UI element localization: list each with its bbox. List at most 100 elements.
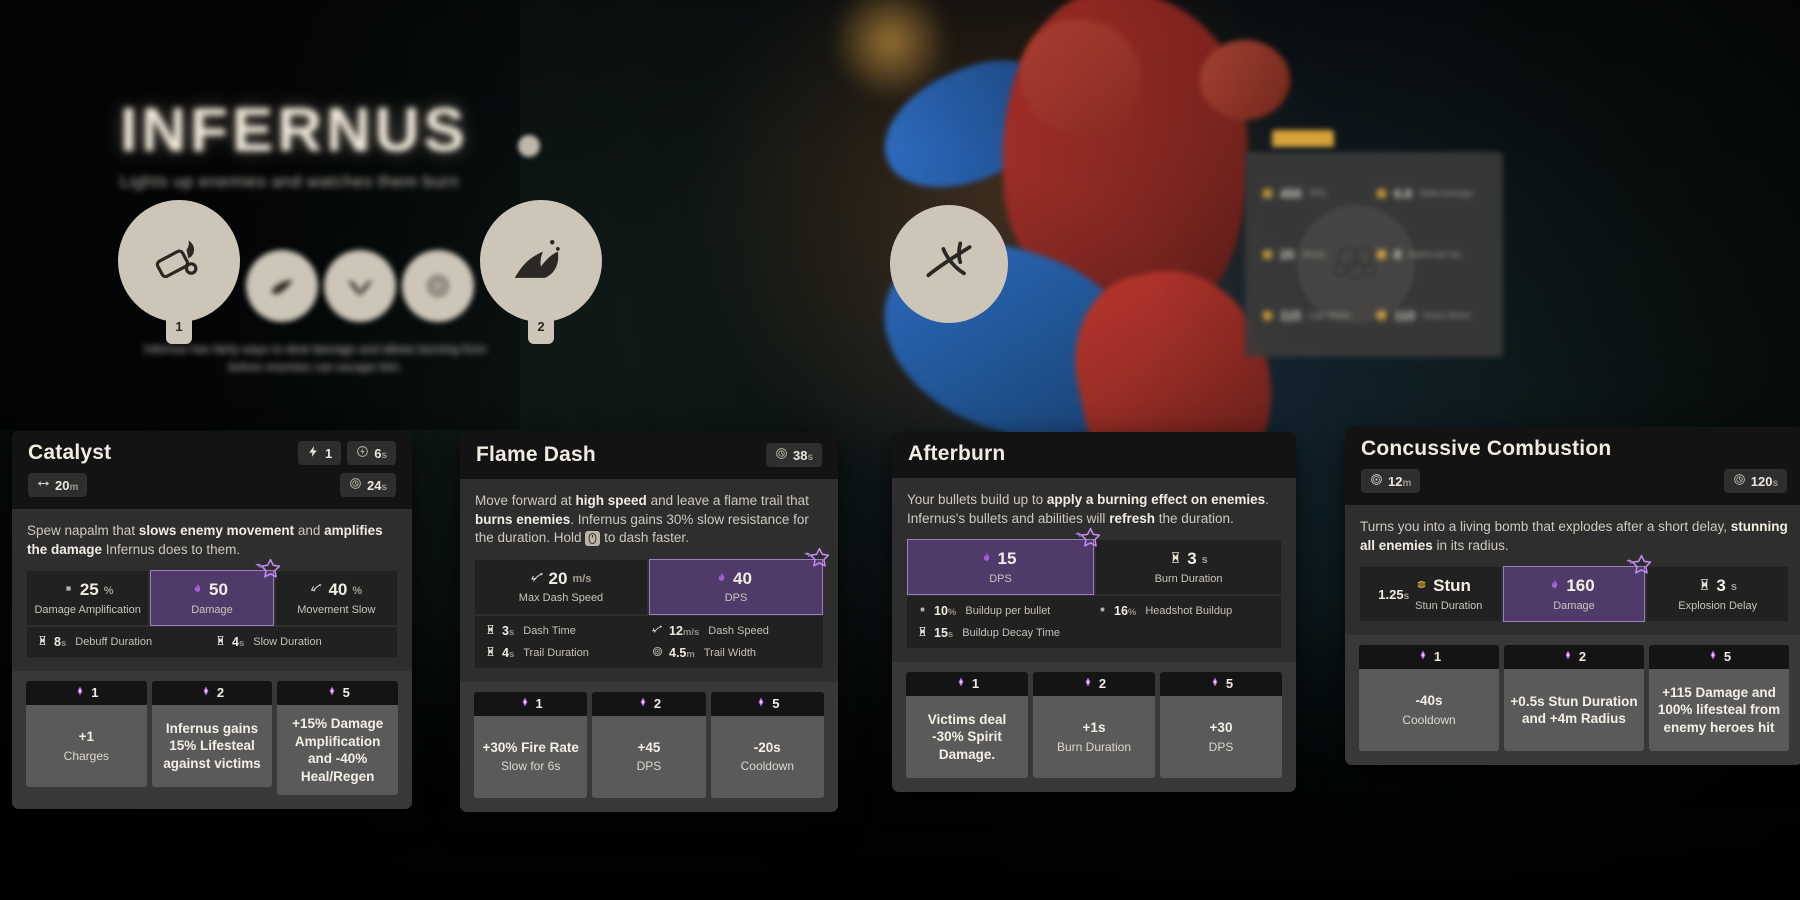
main-stat-cell[interactable]: 40 DPS: [649, 558, 823, 615]
sub-stat-unit: s: [60, 638, 67, 650]
stat-label: DPS: [989, 572, 1012, 585]
upgrade-slot[interactable]: 1 +1 Charges: [26, 681, 147, 795]
sub-stat-unit: s: [947, 629, 954, 641]
ability-title: Catalyst: [28, 441, 112, 464]
badge-value: 12m: [1388, 473, 1412, 489]
main-stat-cell[interactable]: 3s Explosion Delay: [1647, 567, 1789, 622]
stat-value: 20 m/s: [530, 569, 591, 590]
badge-value: 38s: [792, 447, 813, 463]
sub-stat: 16% Headshot Buildup: [1097, 603, 1271, 619]
stat-unit: %: [103, 584, 114, 597]
badge-unit: s: [1772, 477, 1778, 489]
upgrade-title: +15% Damage Amplification and -40% Heal/…: [292, 716, 384, 784]
speed-icon: [652, 623, 663, 639]
ability-card-concussive-combustion[interactable]: Concussive Combustion 12m 120s Turns you…: [1345, 427, 1800, 766]
stat-label: Movement Slow: [297, 603, 376, 616]
upgrade-title: -20s: [753, 739, 781, 755]
header-badge-group: 38s: [765, 443, 822, 467]
stat-label: Explosion Delay: [1678, 599, 1758, 612]
upgrade-slot[interactable]: 2 +0.5s Stun Duration and +4m Radius: [1504, 645, 1644, 752]
upgrade-cost-value: 5: [1723, 649, 1732, 665]
upgrade-cost: 5: [277, 681, 399, 706]
main-stat-cell[interactable]: 160 Damage: [1502, 566, 1646, 623]
upgrade-slot[interactable]: 1 -40s Cooldown: [1359, 645, 1499, 752]
upgrade-subtitle: DPS: [636, 759, 662, 774]
main-stat-cell[interactable]: 20 m/s Max Dash Speed: [475, 559, 647, 614]
hourglass-icon: [1169, 550, 1182, 570]
upgrade-slot[interactable]: 5 +30 DPS: [1160, 672, 1282, 779]
souls-icon: [1562, 649, 1574, 664]
upgrade-title: -40s: [1415, 693, 1443, 709]
badge-unit: m: [69, 481, 79, 493]
upgrade-slot[interactable]: 2 +45 DPS: [592, 691, 706, 798]
sub-stat-label: Buildup Decay Time: [962, 627, 1061, 640]
sub-stat-label: Debuff Duration: [75, 636, 153, 649]
upgrade-row: 1 Victims deal -30% Spirit Damage. 2 +1s…: [892, 662, 1296, 793]
souls-icon: [755, 696, 767, 711]
main-stat-cell[interactable]: 3s Burn Duration: [1096, 540, 1281, 595]
sub-stat-value: 12m/s: [669, 623, 700, 638]
upgrade-body: +1 Charges: [26, 705, 147, 788]
spirit-icon: [715, 570, 728, 590]
main-stat-cell[interactable]: 1.25s Stun Stun Duration: [1360, 567, 1501, 622]
badge-value: 24s: [366, 477, 387, 493]
sub-stat-unit: s: [238, 638, 245, 650]
upgrade-cost-value: 1: [971, 676, 980, 692]
stat-badge: 20m: [28, 473, 88, 497]
cooldown-icon: [775, 447, 788, 463]
sub-stat-label: Dash Speed: [708, 624, 769, 637]
ability-card-catalyst[interactable]: Catalyst 1 6s 20m 24s Spew napalm that s…: [12, 431, 412, 810]
souls-icon: [1707, 649, 1719, 664]
sub-stat-value: 4s: [232, 635, 245, 650]
main-stat-cell[interactable]: 40% Movement Slow: [275, 571, 397, 626]
hourglass-icon: [1698, 577, 1711, 597]
upgrade-slot[interactable]: 1 +30% Fire Rate Slow for 6s: [474, 691, 588, 798]
upgrade-slot[interactable]: 1 Victims deal -30% Spirit Damage.: [906, 672, 1028, 779]
upgrade-slot[interactable]: 2 +1s Burn Duration: [1033, 672, 1155, 779]
upgrade-cost: 1: [906, 672, 1028, 697]
upgrade-slot[interactable]: 2 Infernus gains 15% Lifesteal against v…: [151, 681, 273, 795]
upgrade-title: +1s: [1082, 720, 1106, 736]
hourglass-icon: [917, 625, 928, 641]
ability-card-afterburn[interactable]: Afterburn Your bullets build up to apply…: [892, 432, 1296, 793]
star-upgrade-icon: [254, 557, 280, 588]
stat-badge: 120s: [1723, 469, 1787, 493]
sub-stat-value: 16%: [1114, 604, 1137, 619]
upgrade-slot[interactable]: 5 +15% Damage Amplification and -40% Hea…: [277, 681, 399, 796]
sub-stat-grid: 3s Dash Time 12m/s Dash Speed 4s Trail D…: [475, 615, 823, 668]
ability-card-body: Your bullets build up to apply a burning…: [892, 478, 1296, 663]
stat-value: 3s: [1169, 550, 1208, 570]
upgrade-body: Infernus gains 15% Lifesteal against vic…: [151, 705, 273, 788]
upgrade-cost: 2: [1504, 645, 1644, 670]
sub-stat-label: Buildup per bullet: [965, 605, 1051, 618]
charges-icon: [307, 445, 320, 461]
cooldown-icon: [1733, 473, 1746, 489]
upgrade-title: Infernus gains 15% Lifesteal against vic…: [163, 720, 261, 772]
upgrade-cost-value: 1: [1433, 649, 1442, 665]
square-icon: [62, 581, 75, 601]
upgrade-slot[interactable]: 5 +115 Damage and 100% lifesteal from en…: [1649, 645, 1789, 752]
upgrade-cost: 5: [1649, 645, 1789, 670]
speed-icon: [530, 570, 544, 590]
upgrade-cost-value: 5: [772, 695, 780, 711]
upgrade-title: Victims deal -30% Spirit Damage.: [927, 711, 1007, 763]
badge-unit: m: [1402, 477, 1412, 489]
ability-card-header: Concussive Combustion 12m 120s: [1345, 427, 1800, 505]
upgrade-body: +45 DPS: [592, 715, 706, 798]
upgrade-cost: 1: [26, 681, 147, 706]
ability-card-flame-dash[interactable]: Flame Dash 38s Move forward at high spee…: [460, 433, 838, 812]
ability-stats: 15 DPS 3s Burn Duration 10% Buildup per …: [907, 528, 1281, 649]
stat-value: 40%: [310, 581, 362, 601]
sub-stat: 12m/s Dash Speed: [652, 623, 813, 639]
sub-stat-value: 3s: [502, 623, 515, 638]
main-stat-cell[interactable]: 25% Damage Amplification: [27, 571, 149, 626]
upgrade-slot[interactable]: 5 -20s Cooldown: [710, 691, 824, 798]
sub-stat: 15s Buildup Decay Time: [917, 625, 1091, 641]
badge-unit: s: [807, 451, 813, 463]
sub-stat-value: 15s: [934, 626, 954, 641]
main-stat-cell[interactable]: 15 DPS: [907, 539, 1094, 596]
ability-title: Afterburn: [908, 442, 1006, 465]
stat-value: Stun: [1415, 577, 1482, 597]
hourglass-icon: [37, 634, 48, 650]
upgrade-subtitle: Slow for 6s: [500, 759, 561, 774]
